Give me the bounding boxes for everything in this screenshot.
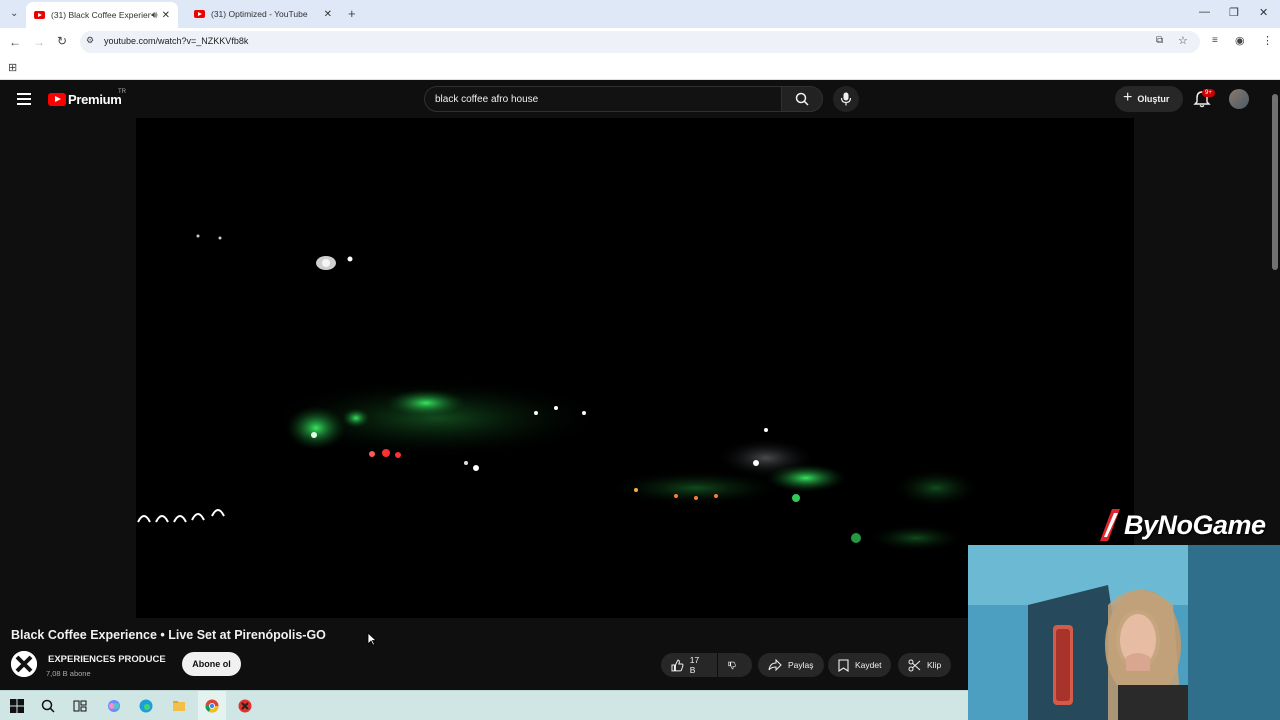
close-window-icon[interactable]: ✕ (1259, 6, 1268, 19)
youtube-favicon-icon (34, 11, 45, 19)
share-arrow-icon (768, 659, 782, 671)
browser-tab-strip: ⌄ (31) Black Coffee Experienc 🔊︎ ✕ (31) … (0, 0, 1280, 28)
new-tab-button[interactable]: + (348, 6, 356, 21)
windows-start-icon[interactable] (10, 699, 24, 713)
video-player[interactable] (136, 118, 1134, 618)
minimize-icon[interactable]: — (1199, 6, 1210, 18)
hamburger-menu-icon[interactable] (17, 93, 31, 105)
save-label: Kaydet (855, 660, 882, 670)
bookmark-star-icon[interactable]: ☆ (1178, 34, 1188, 47)
windows-taskbar (0, 690, 968, 720)
create-label: Oluştur (1137, 94, 1170, 104)
like-count: 17 B (689, 655, 700, 675)
audio-icon[interactable]: 🔊︎ (151, 10, 157, 21)
share-button[interactable]: Paylaş (758, 653, 824, 677)
chrome-taskbar-active[interactable] (198, 691, 226, 720)
account-avatar[interactable] (1229, 89, 1249, 109)
notification-badge: 9+ (1202, 89, 1215, 97)
channel-name[interactable]: EXPERIENCES PRODUCE (48, 654, 166, 665)
site-info-icon[interactable]: ⚙ (86, 35, 94, 46)
restore-icon[interactable]: ❐ (1229, 6, 1239, 19)
profile-icon[interactable]: ◉ (1235, 34, 1245, 47)
youtube-header: Premium TR black coffee afro house + Olu… (0, 80, 1280, 118)
channel-logo-icon (11, 651, 37, 677)
subscriber-count: 7,08 B abone (46, 669, 91, 678)
streamer-brand-logo: ByNoGame (1096, 505, 1266, 545)
bookmarks-bar: ⊞ (0, 56, 1280, 80)
brand-text: ByNoGame (1124, 509, 1266, 540)
video-frame-night-aerial (137, 234, 981, 552)
tab-search-icon[interactable]: ⌄ (10, 8, 18, 19)
forward-icon[interactable]: → (33, 35, 45, 49)
create-button[interactable]: + Oluştur (1115, 86, 1183, 112)
mouse-cursor-icon (367, 632, 377, 646)
webcam-feed (968, 545, 1280, 720)
taskbar-search-icon[interactable] (41, 699, 55, 713)
media-control-icon[interactable]: ≡ (1212, 35, 1218, 46)
scissors-icon (908, 659, 921, 671)
channel-avatar[interactable] (11, 651, 37, 677)
thumbs-up-icon (671, 659, 684, 671)
save-button[interactable]: Kaydet (828, 653, 892, 677)
subscribe-button[interactable]: Abone ol (182, 652, 241, 676)
file-explorer-icon[interactable] (172, 699, 186, 713)
bynogame-logo-icon (1100, 509, 1120, 541)
dislike-button[interactable] (718, 653, 752, 677)
apps-grid-icon[interactable]: ⊞ (8, 61, 17, 74)
microphone-icon (840, 92, 852, 106)
chrome-browser-icon (205, 699, 219, 713)
search-button[interactable] (781, 86, 823, 112)
red-app-icon[interactable] (238, 699, 252, 713)
youtube-favicon-icon (194, 10, 205, 18)
share-label: Paylaş (788, 660, 814, 670)
bookmark-icon (838, 658, 849, 672)
youtube-premium-logo[interactable]: Premium TR (48, 89, 126, 107)
reload-icon[interactable]: ↻ (57, 34, 67, 48)
tab-black-coffee[interactable]: (31) Black Coffee Experienc 🔊︎ ✕ (26, 2, 178, 28)
video-title: Black Coffee Experience • Live Set at Pi… (11, 628, 326, 642)
search-value: black coffee afro house (435, 94, 539, 105)
tab-optimized[interactable]: (31) Optimized - YouTube ✕ (186, 3, 340, 25)
close-tab-icon[interactable]: ✕ (162, 10, 170, 21)
task-view-icon[interactable] (73, 699, 87, 713)
like-button[interactable]: 17 B (661, 653, 717, 677)
streamer-webcam (968, 545, 1280, 720)
logo-text: Premium (68, 92, 122, 107)
thumbs-down-icon (728, 661, 736, 669)
edge-browser-icon[interactable] (139, 699, 153, 713)
country-code: TR (118, 89, 126, 95)
url-text: youtube.com/watch?v=_NZKKVfb8k (104, 36, 249, 46)
copilot-icon[interactable] (107, 699, 121, 713)
youtube-logo-icon (48, 93, 66, 106)
install-icon[interactable]: ⧉ (1156, 35, 1163, 46)
menu-kebab-icon[interactable]: ⋮ (1262, 34, 1273, 47)
voice-search-button[interactable] (833, 86, 859, 112)
tab-title: (31) Black Coffee Experienc (51, 10, 152, 20)
search-icon (795, 92, 809, 106)
close-tab-icon[interactable]: ✕ (324, 9, 332, 20)
clip-label: Klip (927, 660, 942, 670)
scrollbar-thumb[interactable] (1272, 94, 1278, 270)
plus-icon: + (1123, 89, 1133, 106)
address-bar-row: ← → ↻ ⚙ youtube.com/watch?v=_NZKKVfb8k ⧉… (0, 28, 1280, 56)
search-input[interactable]: black coffee afro house (424, 86, 782, 112)
omnibox[interactable]: ⚙ youtube.com/watch?v=_NZKKVfb8k ⧉ ☆ (80, 31, 1200, 53)
back-icon[interactable]: ← (9, 35, 21, 49)
clip-button[interactable]: Klip (898, 653, 952, 677)
tab-title: (31) Optimized - YouTube (211, 9, 308, 19)
